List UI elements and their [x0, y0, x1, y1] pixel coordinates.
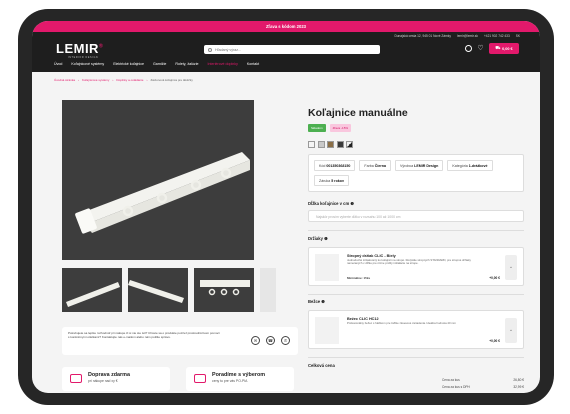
price-row: Cena za kus s DPH 32,99 €	[442, 385, 524, 390]
holder-image	[315, 253, 339, 281]
info-icon[interactable]: ❶	[321, 299, 325, 304]
spec-color: Farba Čierna	[359, 160, 391, 171]
product-panel: Koľajnice manuálne Skladom Zľava -15% Kó…	[308, 107, 524, 393]
swatch-white[interactable]	[308, 141, 315, 148]
breadcrumb: Úvodná stránka › Koľajnicové systémy › Dop…	[54, 78, 193, 82]
swatch-wood[interactable]	[327, 141, 334, 148]
promo-bar: Zľava s kódom 2023	[32, 21, 540, 32]
holder-option[interactable]: Stropný držiak CLIC - Biely Jednoduché i…	[308, 246, 524, 286]
product-title: Koľajnice manuálne	[308, 107, 408, 119]
color-swatches	[308, 141, 524, 148]
phone-icon[interactable]: ☎	[266, 336, 275, 345]
product-specs: Kód 001350368150 Farba Čierna Výrobca LE…	[308, 154, 524, 192]
feature-advice: Poradíme s výberom ceny tu pre vás PO-PI…	[186, 367, 294, 391]
runner-option[interactable]: Bežec CLIC HC12 Profesionálny bežec s há…	[308, 310, 524, 350]
search-bar	[204, 45, 380, 54]
email-link[interactable]: lemir@lemir.sk	[457, 34, 478, 38]
product-thumbnails	[62, 268, 276, 312]
chevron-down-icon[interactable]: ⌄	[505, 254, 517, 280]
length-label: Dĺžka koľajnice v cm ❶	[308, 201, 355, 206]
spec-category: Kategória 1-drážkové	[447, 160, 493, 171]
thumbnail-1-image	[66, 282, 120, 307]
main-nav: Úvod Koľajnicové systémy Elektrické koľa…	[54, 62, 259, 66]
discount-badge: Zľava -15%	[329, 124, 352, 132]
site-header: Dunajská cesta 12, 945 01 Nové Zámky lem…	[32, 32, 540, 72]
product-badges: Skladom Zľava -15%	[308, 124, 524, 132]
runner-image	[315, 317, 339, 345]
cart-icon: ⛟	[495, 46, 501, 50]
nav-item-electric-rails[interactable]: Elektrické koľajnice	[113, 62, 144, 66]
price-summary: Cena za kus 26,80 € Cena za kus s DPH 32,9…	[442, 378, 524, 390]
divider	[308, 230, 524, 231]
curtain-rail-image	[75, 152, 250, 234]
product-main-image[interactable]	[62, 100, 254, 260]
nav-item-interior-accessories[interactable]: Interiérové doplnky	[208, 62, 238, 66]
email-icon[interactable]: ✉	[251, 336, 260, 345]
nav-item-curtain-rods[interactable]: Garnižie	[153, 62, 166, 66]
whatsapp-icon[interactable]: ✆	[281, 336, 290, 345]
swatch-mixed[interactable]	[346, 141, 353, 148]
user-icon[interactable]	[465, 45, 472, 52]
address-text: Dunajská cesta 12, 945 01 Nové Zámky	[394, 34, 451, 38]
thumbnail-3-image	[200, 280, 250, 296]
brand-logo[interactable]: LEMIR®	[56, 41, 103, 56]
swatch-grey[interactable]	[317, 141, 325, 148]
tablet-frame: Zľava s kódom 2023 Dunajská cesta 12, 94…	[18, 9, 554, 405]
breadcrumb-category[interactable]: Koľajnicové systémy	[82, 78, 109, 82]
thumbnail-2[interactable]	[128, 268, 188, 312]
breadcrumb-home[interactable]: Úvodná stránka	[54, 78, 75, 82]
truck-icon	[70, 374, 82, 383]
spec-code: Kód 001350368150	[314, 160, 356, 171]
chat-icon	[194, 374, 206, 383]
divider	[308, 293, 524, 295]
heart-icon[interactable]: ♡	[477, 45, 484, 52]
swatch-black[interactable]	[336, 141, 344, 148]
info-icon[interactable]: ❶	[324, 236, 328, 241]
price-row: Cena za kus 26,80 €	[442, 377, 524, 382]
length-input[interactable]: Najskôr prosím vyberte dĺžku v rozsahu 1…	[308, 210, 524, 222]
top-info-bar: Dunajská cesta 12, 945 01 Nové Zámky lem…	[394, 34, 520, 38]
nav-item-home[interactable]: Úvod	[54, 62, 62, 66]
runners-label: Bežce ❶	[308, 299, 326, 305]
thumbnail-2-image	[128, 280, 184, 303]
contact-icons: ✉ ☎ ✆	[251, 336, 290, 345]
info-icon[interactable]: ❶	[350, 201, 354, 206]
nav-item-rail-systems[interactable]: Koľajnicové systémy	[71, 62, 104, 66]
stock-badge: Skladom	[308, 124, 326, 132]
search-input[interactable]	[215, 47, 365, 52]
nav-item-blinds[interactable]: Rolety, žalúzie	[175, 62, 198, 66]
help-note-text: Potrebujete sa lepšie rozhodnúť pri náku…	[68, 331, 220, 340]
thumbnail-4[interactable]	[260, 268, 276, 312]
holders-label: Držiaky ❶	[308, 235, 328, 241]
thumbnail-1[interactable]	[62, 268, 122, 312]
total-price-label: Celková cena	[308, 362, 335, 368]
breadcrumb-current: Záclonová koľajnica pre láktičky	[150, 78, 193, 82]
brand-tagline: INTERIOR DESIGN	[68, 56, 99, 59]
help-note: Potrebujete sa lepšie rozhodnúť pri náku…	[62, 327, 298, 355]
feature-free-shipping: Doprava zdarma pri nákupe nad xy €	[62, 367, 170, 391]
chevron-down-icon[interactable]: ⌄	[505, 318, 517, 344]
divider	[308, 357, 524, 358]
spec-warranty: Záruka 5 rokov	[314, 175, 349, 186]
device-screen: Zľava s kódom 2023 Dunajská cesta 12, 94…	[32, 21, 540, 393]
language-selector[interactable]: SK	[516, 34, 520, 38]
spec-manufacturer: Výrobca LEMIR Design	[394, 160, 444, 171]
cart-button[interactable]: ⛟ 0,00 €	[489, 43, 519, 54]
breadcrumb-subcategory[interactable]: Doplnky a ovládanie	[116, 78, 143, 82]
phone-link[interactable]: +421 902 742 433	[484, 34, 510, 38]
header-icons: ♡	[465, 45, 484, 52]
search-icon[interactable]	[208, 47, 212, 52]
thumbnail-3[interactable]	[194, 268, 254, 312]
nav-item-contact[interactable]: Kontakt	[247, 62, 259, 66]
